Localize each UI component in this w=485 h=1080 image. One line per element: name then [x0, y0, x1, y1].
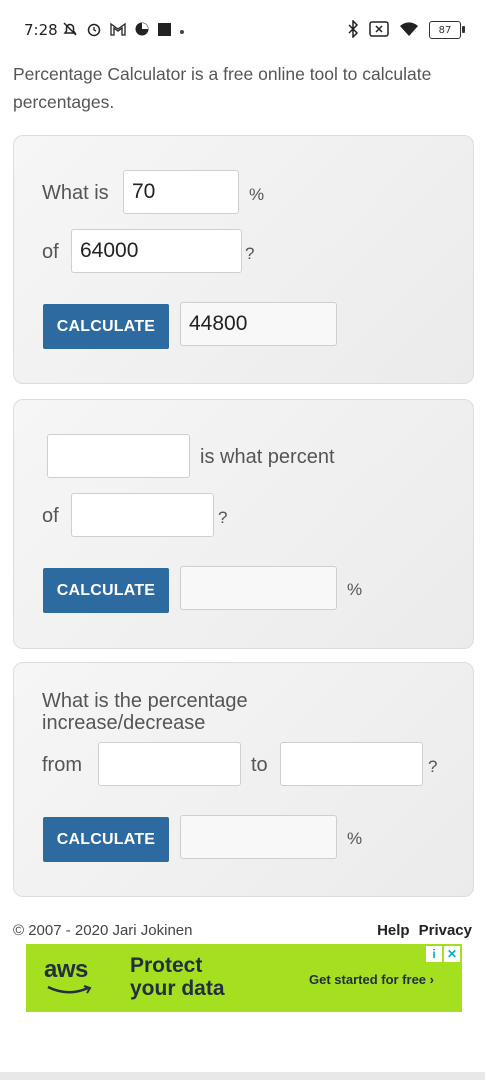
label-of: of [42, 505, 59, 527]
ad-cta-link[interactable]: Get started for free › [309, 972, 434, 987]
calculate-button-2[interactable]: CALCULATE [43, 568, 169, 613]
bluetooth-icon [347, 19, 359, 40]
alarm-icon [86, 21, 102, 39]
ad-badges: i ✕ [426, 946, 460, 962]
label-percent-sign: % [347, 580, 363, 599]
footer-links: Help Privacy [377, 922, 472, 939]
gmail-icon [110, 22, 126, 38]
copyright-text: © 2007 - 2020 Jari Jokinen [13, 922, 193, 939]
percent-input[interactable]: 70 [123, 170, 239, 214]
ad-headline: Protect your data [130, 954, 225, 1000]
label-question: ? [428, 757, 438, 776]
ad-headline-line2: your data [130, 977, 225, 1000]
help-link[interactable]: Help [377, 922, 410, 939]
label-of: of [42, 241, 59, 263]
value-a-input[interactable] [47, 434, 190, 478]
ad-headline-line1: Protect [130, 954, 203, 977]
calculate-button-3[interactable]: CALCULATE [43, 817, 169, 862]
ad-info-icon[interactable]: i [426, 946, 442, 962]
status-icons-left [62, 20, 185, 40]
screen-x-icon [369, 21, 389, 39]
result-output-3 [180, 815, 337, 859]
status-bar: 7:28 87 [0, 0, 485, 60]
calculate-button-1[interactable]: CALCULATE [43, 304, 169, 349]
stop-icon [158, 22, 171, 38]
calculator-percent-of: What is 70 % of 64000 ? CALCULATE 44800 [13, 135, 474, 384]
calc3-title-line1: What is the percentage [42, 690, 248, 712]
intro-text: Percentage Calculator is a free online t… [13, 64, 432, 112]
dot-icon [179, 23, 185, 37]
label-to: to [251, 754, 268, 776]
calc3-title-line2: increase/decrease [42, 712, 206, 734]
bottom-nav-bar [0, 1072, 485, 1080]
calc3-title: What is the percentage increase/decrease [42, 690, 248, 734]
ad-close-icon[interactable]: ✕ [444, 946, 460, 962]
clock-icon [134, 21, 150, 39]
label-question: ? [245, 244, 255, 263]
label-what-is: What is [42, 182, 109, 204]
value-b-input[interactable] [71, 493, 214, 537]
label-question: ? [218, 508, 228, 527]
status-icons-right: 87 [347, 19, 465, 41]
result-output-2 [180, 566, 337, 610]
privacy-link[interactable]: Privacy [419, 922, 472, 939]
status-time: 7:28 [24, 21, 58, 39]
calculator-increase-decrease: What is the percentage increase/decrease… [13, 662, 474, 897]
label-is-what-percent: is what percent [200, 446, 335, 468]
label-percent-sign: % [347, 829, 363, 848]
battery-icon: 87 [429, 21, 465, 39]
of-value-input[interactable]: 64000 [71, 229, 242, 273]
calculator-what-percent: is what percent of ? CALCULATE % [13, 399, 474, 649]
aws-smile-icon [47, 985, 92, 994]
result-output-1: 44800 [180, 302, 337, 346]
label-percent-sign: % [249, 185, 265, 204]
label-from: from [42, 754, 82, 776]
aws-logo-text: aws [44, 956, 88, 983]
to-input[interactable] [280, 742, 423, 786]
from-input[interactable] [98, 742, 241, 786]
wifi-icon [399, 21, 419, 39]
notification-muted-icon [62, 21, 78, 39]
aws-ad-banner[interactable]: aws Protect your data Get started for fr… [26, 944, 462, 1012]
